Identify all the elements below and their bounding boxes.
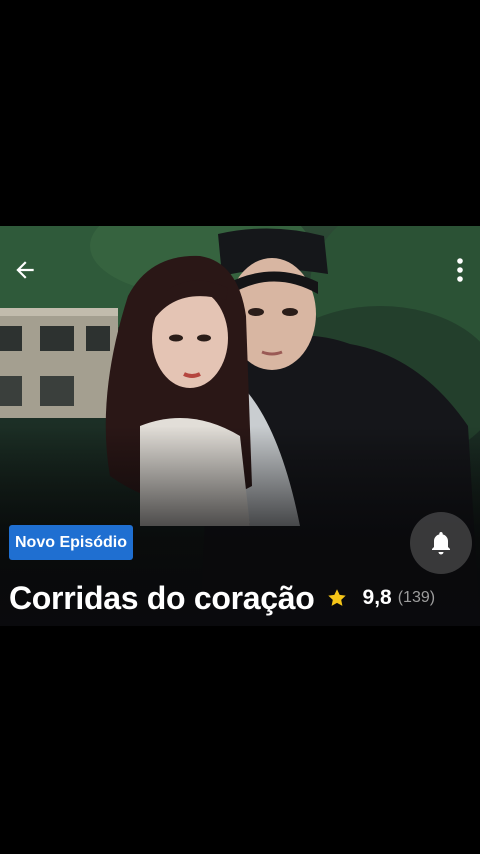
more-options-button[interactable] [440, 250, 480, 290]
rating-value: 9,8 [362, 586, 392, 609]
series-hero: Novo Episódio Corridas do coração 9,8 (1… [0, 226, 480, 626]
series-title: Corridas do coração [9, 579, 315, 616]
arrow-left-icon [16, 261, 34, 279]
vertical-dots-icon [457, 258, 463, 282]
bell-icon [432, 532, 450, 555]
rating-count: (139) [397, 589, 436, 606]
new-episode-badge: Novo Episódio [9, 525, 133, 560]
back-button[interactable] [5, 250, 45, 290]
notify-button[interactable] [410, 512, 472, 574]
cover-image [0, 226, 480, 626]
app-screen: Novo Episódio Corridas do coração 9,8 (1… [0, 0, 480, 854]
title-row: Corridas do coração 9,8 (139) [9, 577, 435, 619]
star-icon [327, 589, 346, 606]
